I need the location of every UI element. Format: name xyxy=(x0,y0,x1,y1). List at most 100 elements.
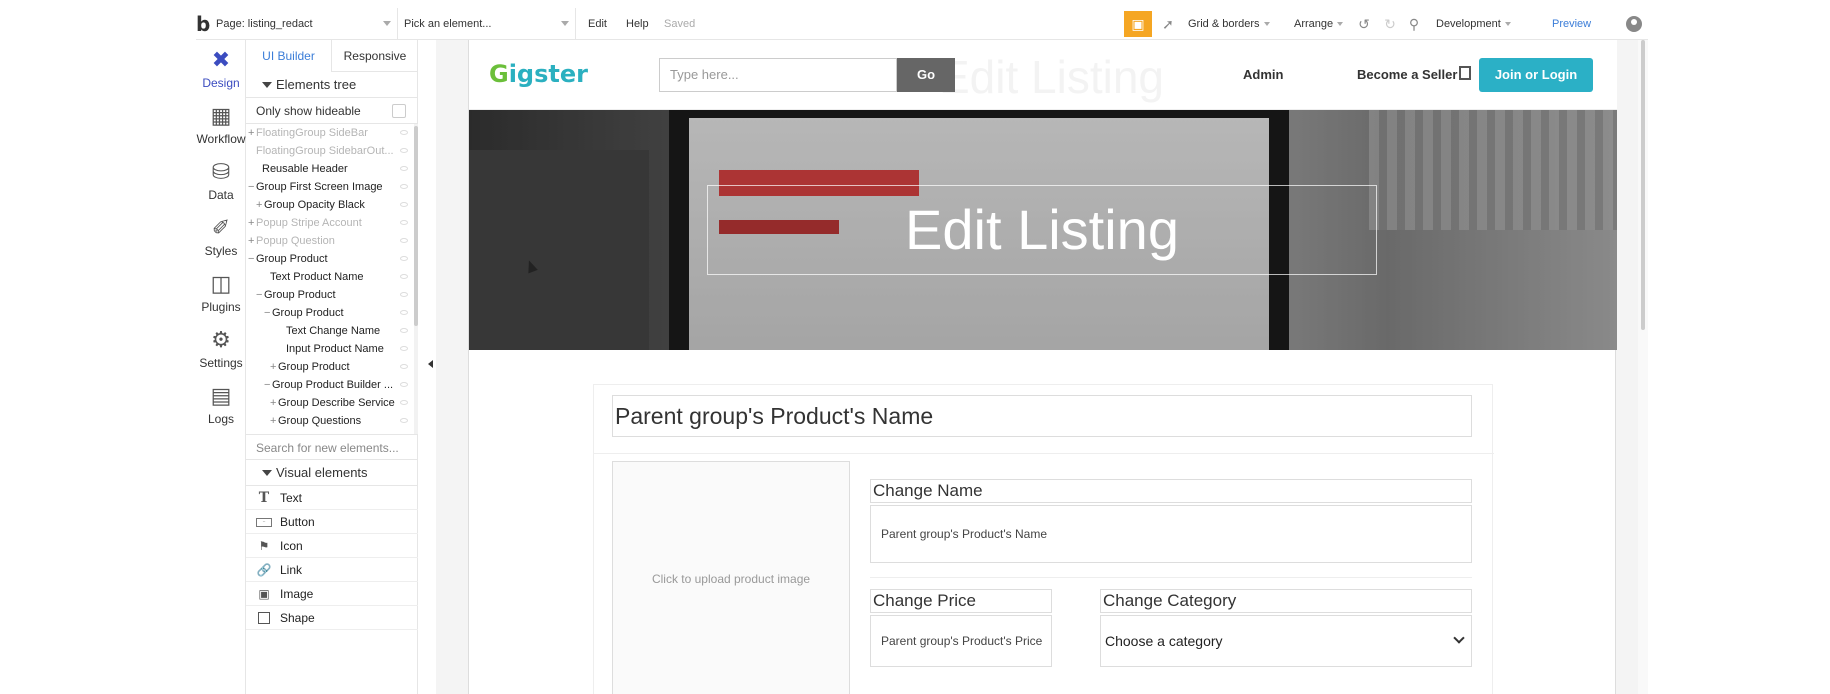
only-hideable-checkbox[interactable] xyxy=(392,104,406,118)
tree-node[interactable]: − Group Product Builder ... xyxy=(246,376,418,394)
admin-link[interactable]: Admin xyxy=(1243,67,1283,82)
visual-item-image[interactable]: ▣ Image xyxy=(246,582,418,606)
eye-icon[interactable] xyxy=(400,256,408,261)
category-select[interactable]: Choose a category xyxy=(1100,615,1472,667)
eye-icon[interactable] xyxy=(400,292,408,297)
join-login-button[interactable]: Join or Login xyxy=(1479,58,1593,92)
help-menu[interactable]: Help xyxy=(626,8,649,40)
search-elements-input[interactable]: Search for new elements... xyxy=(246,434,418,460)
pointer-icon[interactable]: ➚ xyxy=(1160,16,1176,32)
product-price-input[interactable]: Parent group's Product's Price xyxy=(870,615,1052,667)
tool-data[interactable]: ⛁ Data xyxy=(196,152,246,208)
collapse-icon[interactable]: − xyxy=(264,376,272,394)
visual-item-text[interactable]: T Text xyxy=(246,486,418,510)
scrollbar-thumb[interactable] xyxy=(1641,40,1645,330)
grid-borders-menu[interactable]: Grid & borders xyxy=(1188,8,1270,40)
collapse-icon[interactable]: − xyxy=(264,304,272,322)
tree-node[interactable]: + Group Opacity Black xyxy=(246,196,418,214)
eye-icon[interactable] xyxy=(400,148,408,153)
picture-uploader[interactable]: Click to upload product image xyxy=(612,461,850,694)
eye-icon[interactable] xyxy=(400,238,408,243)
visual-item-icon[interactable]: ⚑ Icon xyxy=(246,534,418,558)
arrange-menu[interactable]: Arrange xyxy=(1294,8,1344,40)
tab-ui-builder[interactable]: UI Builder xyxy=(246,40,332,72)
tree-node[interactable]: + Group Product xyxy=(246,358,418,376)
scrollbar-thumb[interactable] xyxy=(414,126,418,326)
eye-icon[interactable] xyxy=(400,274,408,279)
visual-item-button[interactable]: ·· Button xyxy=(246,510,418,534)
tree-node[interactable]: − Group Product xyxy=(246,250,418,268)
eye-icon[interactable] xyxy=(400,202,408,207)
collapse-panel-icon[interactable] xyxy=(428,360,433,368)
edit-menu[interactable]: Edit xyxy=(588,8,607,40)
tree-scrollbar[interactable] xyxy=(414,124,418,434)
site-header: Edit Listing Gigster Type here... Go Adm… xyxy=(469,40,1617,110)
tab-responsive[interactable]: Responsive xyxy=(332,40,418,72)
preview-link[interactable]: Preview xyxy=(1552,8,1591,40)
tree-node[interactable]: + Group Describe Service xyxy=(246,394,418,412)
eye-icon[interactable] xyxy=(400,130,408,135)
expand-icon[interactable]: + xyxy=(270,412,278,430)
tree-node-label: Group Questions xyxy=(278,415,362,427)
expand-icon[interactable]: + xyxy=(270,358,278,376)
canvas-scrollbar[interactable] xyxy=(1638,40,1648,694)
expand-icon[interactable]: + xyxy=(270,394,278,412)
visual-item-shape[interactable]: Shape xyxy=(246,606,418,630)
tree-node[interactable]: Input Product Name xyxy=(246,340,418,358)
tree-node[interactable]: Text Product Name xyxy=(246,268,418,286)
visual-elements-header[interactable]: Visual elements xyxy=(246,460,418,486)
expand-icon[interactable]: + xyxy=(248,214,256,232)
gigster-logo[interactable]: Gigster xyxy=(489,60,588,88)
collapse-icon[interactable]: − xyxy=(248,178,256,196)
eye-icon[interactable] xyxy=(400,166,408,171)
tree-node[interactable]: + Popup Question xyxy=(246,232,418,250)
gift-icon[interactable]: ▣ xyxy=(1124,11,1152,37)
eye-icon[interactable] xyxy=(400,382,408,387)
expand-icon[interactable]: + xyxy=(256,196,264,214)
tree-node[interactable]: + Popup Stripe Account xyxy=(246,214,418,232)
expand-icon[interactable]: + xyxy=(248,124,256,142)
elements-tree-header[interactable]: Elements tree xyxy=(246,72,418,98)
collapse-icon[interactable]: − xyxy=(248,250,256,268)
redo-icon[interactable]: ↻ xyxy=(1382,16,1398,32)
tool-settings[interactable]: ⚙ Settings xyxy=(196,320,246,376)
tree-node[interactable]: − Group Product xyxy=(246,286,418,304)
collapse-icon[interactable]: − xyxy=(256,286,264,304)
tool-plugins[interactable]: ◫ Plugins xyxy=(196,264,246,320)
environment-menu[interactable]: Development xyxy=(1436,8,1511,40)
product-name-text[interactable]: Parent group's Product's Name xyxy=(612,395,1472,437)
search-icon[interactable]: ⚲ xyxy=(1406,16,1422,32)
tree-node[interactable]: Text Change Name xyxy=(246,322,418,340)
eye-icon[interactable] xyxy=(400,346,408,351)
tree-node[interactable]: FloatingGroup SidebarOut... xyxy=(246,142,418,160)
tool-design[interactable]: ✖ Design xyxy=(196,40,246,96)
only-hideable-label: Only show hideable xyxy=(256,104,361,118)
eye-icon[interactable] xyxy=(400,220,408,225)
design-canvas[interactable]: Edit Listing Gigster Type here... Go Adm… xyxy=(436,40,1648,694)
eye-icon[interactable] xyxy=(400,328,408,333)
go-button[interactable]: Go xyxy=(897,58,955,92)
eye-icon[interactable] xyxy=(400,418,408,423)
eye-icon[interactable] xyxy=(400,400,408,405)
tree-node[interactable]: Reusable Header xyxy=(246,160,418,178)
tool-logs[interactable]: ▤ Logs xyxy=(196,376,246,432)
page-selector[interactable]: Page: listing_redact xyxy=(210,8,398,40)
element-selector[interactable]: Pick an element... xyxy=(398,8,576,40)
tool-styles[interactable]: ✐ Styles xyxy=(196,208,246,264)
undo-icon[interactable]: ↺ xyxy=(1356,16,1372,32)
tree-node[interactable]: + Group Questions xyxy=(246,412,418,430)
visual-item-link[interactable]: 🔗 Link xyxy=(246,558,418,582)
expand-icon[interactable]: + xyxy=(248,232,256,250)
tool-workflow[interactable]: ▦ Workflow xyxy=(196,96,246,152)
eye-icon[interactable] xyxy=(400,364,408,369)
product-name-input[interactable]: Parent group's Product's Name xyxy=(870,505,1472,563)
eye-icon[interactable] xyxy=(400,310,408,315)
site-search-input[interactable]: Type here... xyxy=(659,58,897,92)
tree-node[interactable]: − Group First Screen Image xyxy=(246,178,418,196)
tree-node[interactable]: − Group Product xyxy=(246,304,418,322)
user-account-icon[interactable] xyxy=(1626,16,1642,32)
become-seller-link[interactable]: Become a Seller xyxy=(1357,67,1457,82)
text-icon: T xyxy=(258,490,270,506)
eye-icon[interactable] xyxy=(400,184,408,189)
tree-node[interactable]: + FloatingGroup SideBar xyxy=(246,124,418,142)
